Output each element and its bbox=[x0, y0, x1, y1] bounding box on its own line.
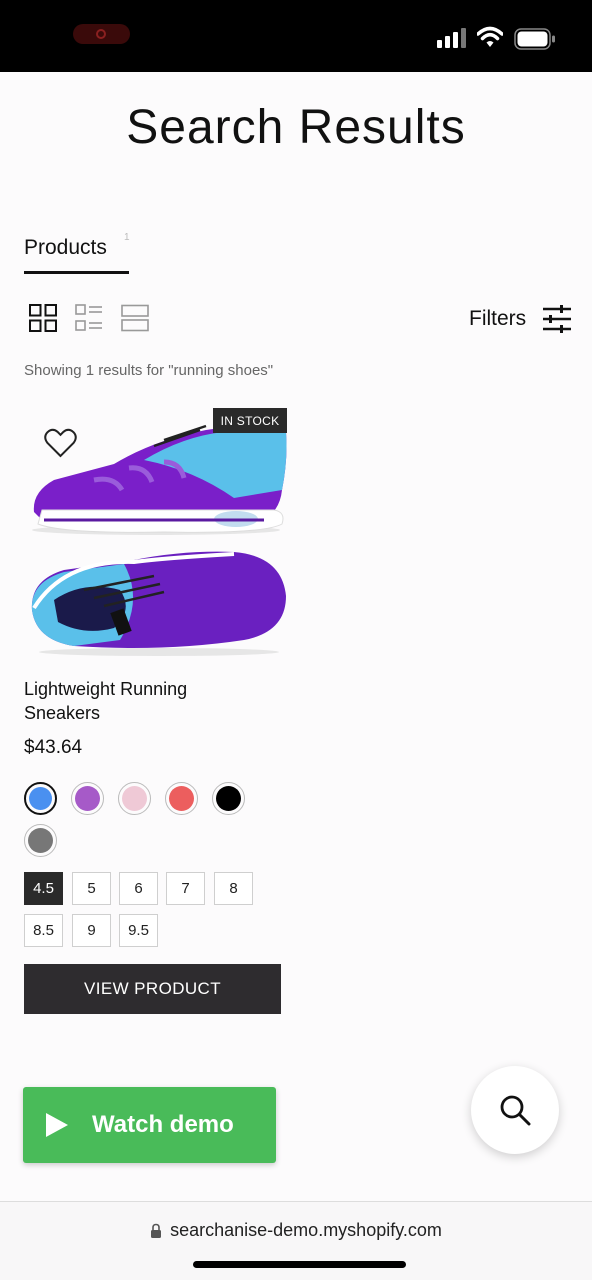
home-indicator[interactable] bbox=[193, 1261, 406, 1268]
list-view-icon[interactable] bbox=[75, 304, 103, 332]
view-product-button[interactable]: VIEW PRODUCT bbox=[24, 964, 281, 1014]
color-swatch-purple[interactable] bbox=[71, 782, 104, 815]
size-option[interactable]: 8 bbox=[214, 872, 253, 905]
grid-view-icon[interactable] bbox=[29, 304, 57, 332]
color-swatch-gray[interactable] bbox=[24, 824, 57, 857]
product-price: $43.64 bbox=[24, 737, 83, 758]
filters-label: Filters bbox=[469, 307, 527, 330]
tab-label: Products bbox=[24, 236, 107, 259]
size-option[interactable]: 7 bbox=[166, 872, 205, 905]
screen-record-icon bbox=[73, 24, 130, 44]
lock-icon bbox=[151, 1223, 162, 1238]
tab-products[interactable]: Products 1 bbox=[24, 232, 130, 274]
wifi-icon bbox=[477, 26, 503, 47]
size-option[interactable]: 8.5 bbox=[24, 914, 63, 947]
status-bar bbox=[0, 0, 592, 72]
stock-badge: IN STOCK bbox=[213, 408, 287, 433]
size-option[interactable]: 5 bbox=[72, 872, 111, 905]
results-summary: Showing 1 results for "running shoes" bbox=[24, 362, 274, 379]
heart-icon[interactable] bbox=[44, 428, 77, 458]
size-option[interactable]: 4.5 bbox=[24, 872, 63, 905]
search-icon bbox=[500, 1095, 531, 1126]
play-icon bbox=[46, 1113, 68, 1137]
filters-button[interactable]: Filters bbox=[469, 304, 572, 334]
browser-address-bar: searchanise-demo.myshopify.com bbox=[0, 1201, 592, 1280]
page-url: searchanise-demo.myshopify.com bbox=[170, 1220, 442, 1240]
tab-count: 1 bbox=[124, 232, 130, 243]
watch-demo-label: Watch demo bbox=[92, 1111, 234, 1138]
search-fab[interactable] bbox=[471, 1066, 559, 1154]
product-name[interactable]: Lightweight Running Sneakers bbox=[24, 677, 264, 725]
size-option[interactable]: 9 bbox=[72, 914, 111, 947]
battery-icon bbox=[514, 28, 555, 50]
sliders-icon bbox=[543, 305, 572, 333]
watch-demo-button[interactable]: Watch demo bbox=[23, 1087, 276, 1163]
color-swatch-pink[interactable] bbox=[118, 782, 151, 815]
color-swatch-blue[interactable] bbox=[24, 782, 57, 815]
cellular-signal-icon bbox=[437, 28, 466, 48]
color-swatch-red[interactable] bbox=[165, 782, 198, 815]
wide-view-icon[interactable] bbox=[121, 304, 149, 332]
url-row[interactable]: searchanise-demo.myshopify.com bbox=[0, 1220, 592, 1241]
size-option[interactable]: 6 bbox=[119, 872, 158, 905]
size-option[interactable]: 9.5 bbox=[119, 914, 158, 947]
color-swatch-black[interactable] bbox=[212, 782, 245, 815]
page-title: Search Results bbox=[126, 101, 466, 154]
